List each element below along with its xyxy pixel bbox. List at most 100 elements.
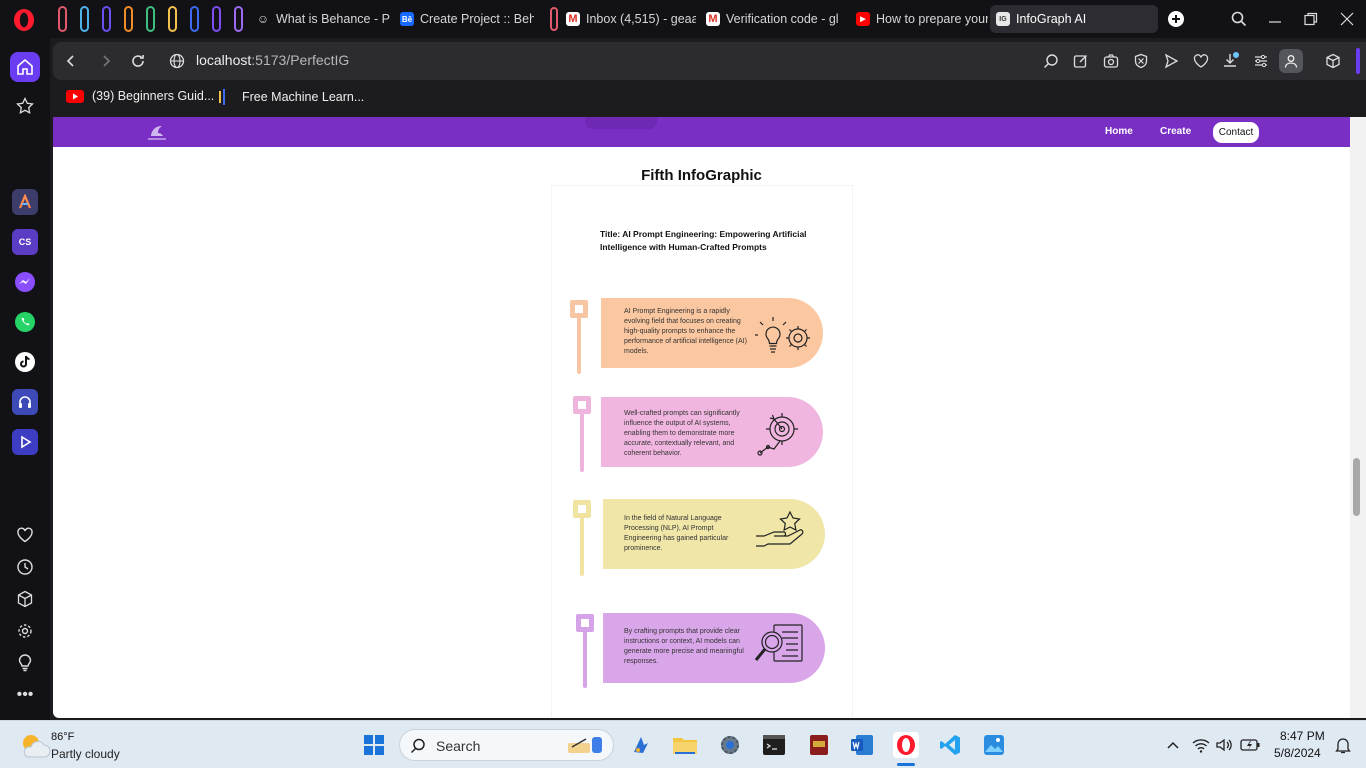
cube-icon	[17, 590, 33, 608]
send-icon	[1164, 53, 1179, 69]
sidebar-settings[interactable]	[12, 618, 38, 644]
search-highlight-icon	[568, 737, 602, 753]
nav-contact-button[interactable]: Contact	[1213, 122, 1259, 143]
tray-battery[interactable]	[1237, 732, 1263, 758]
sidebar-home[interactable]	[10, 52, 40, 82]
taskbar-terminal[interactable]	[761, 732, 787, 758]
sidebar-whatsapp[interactable]	[12, 309, 38, 335]
shield-icon	[1134, 53, 1148, 69]
tiktok-icon	[15, 352, 35, 372]
scrollbar-thumb[interactable]	[1353, 458, 1360, 516]
tab-inbox[interactable]: M Inbox (4,515) - geaak	[544, 5, 696, 33]
tab-verification[interactable]: M Verification code - gl	[700, 5, 842, 33]
page-scrollbar[interactable]	[1350, 117, 1366, 718]
tab-search-button[interactable]	[1228, 8, 1250, 30]
taskbar-word[interactable]	[849, 732, 875, 758]
pinned-tab[interactable]	[58, 6, 67, 32]
notifications-button[interactable]	[1330, 732, 1356, 758]
taskbar-photos[interactable]	[981, 732, 1007, 758]
snapshot-button[interactable]	[1101, 51, 1121, 71]
reload-button[interactable]	[128, 51, 148, 71]
sidebar-aria[interactable]	[12, 189, 38, 215]
step-flag	[570, 300, 588, 318]
partly-cloudy-icon	[23, 735, 51, 758]
nav-home-link[interactable]: Home	[1105, 126, 1133, 137]
site-info-button[interactable]	[167, 51, 187, 71]
browser-sidebar: CS •••	[0, 38, 50, 720]
target-icon	[757, 413, 798, 456]
sidebar-cs-app[interactable]: CS	[12, 229, 38, 255]
whatsapp-icon	[15, 312, 35, 332]
sidebar-bookmarks[interactable]	[12, 522, 38, 548]
bookmark-machine-learning[interactable]: Free Machine Learn...	[218, 89, 364, 105]
minimize-icon	[1269, 21, 1281, 23]
forward-button[interactable]	[96, 51, 116, 71]
bookmark-page-button[interactable]	[1191, 51, 1211, 71]
sidebar-music[interactable]	[12, 389, 38, 415]
tab-label: Verification code - gl	[726, 12, 839, 26]
step-text: By crafting prompts that provide clear i…	[624, 628, 744, 665]
sidebar-speed-dial[interactable]	[12, 93, 38, 119]
search-icon	[1231, 11, 1247, 27]
url-field[interactable]: localhost:5173/PerfectIG	[196, 52, 349, 68]
back-button[interactable]	[61, 51, 81, 71]
tray-overflow-button[interactable]	[1160, 732, 1186, 758]
bookmark-beginners-guide[interactable]: (39) Beginners Guid...	[66, 89, 214, 103]
tab-infograph-ai[interactable]: IG InfoGraph AI	[990, 5, 1158, 33]
taskbar-bible-app[interactable]	[806, 732, 832, 758]
pinned-tab[interactable]	[168, 6, 177, 32]
edit-button[interactable]	[1071, 51, 1091, 71]
terminal-icon	[763, 735, 785, 755]
downloads-button[interactable]	[1221, 51, 1241, 71]
sidebar-more[interactable]: •••	[12, 682, 38, 708]
ad-blocker-button[interactable]	[1131, 51, 1151, 71]
close-icon	[1340, 12, 1354, 26]
clock-date[interactable]: 5/8/2024	[1274, 746, 1321, 760]
pinned-tab[interactable]	[80, 6, 89, 32]
gmail-icon: M	[566, 12, 580, 26]
gear-icon	[18, 624, 32, 638]
tab-how-to-prepare[interactable]: ▶ How to prepare your	[850, 5, 988, 33]
taskbar-settings[interactable]	[717, 732, 743, 758]
pinned-tab[interactable]	[146, 6, 155, 32]
taskbar-file-explorer[interactable]	[672, 732, 698, 758]
pinned-tab[interactable]	[212, 6, 221, 32]
find-in-page-button[interactable]	[1041, 51, 1061, 71]
sidebar-history[interactable]	[12, 554, 38, 580]
sidebar-tiktok[interactable]	[12, 349, 38, 375]
extensions-button[interactable]	[1323, 51, 1343, 71]
new-tab-button[interactable]	[1165, 8, 1187, 30]
sidebar-player[interactable]	[12, 429, 38, 455]
nav-create-link[interactable]: Create	[1160, 126, 1191, 137]
taskbar-search[interactable]: Search	[399, 729, 614, 761]
close-window-button[interactable]	[1336, 8, 1358, 30]
restore-button[interactable]	[1300, 8, 1322, 30]
pinned-tab[interactable]	[124, 6, 133, 32]
profile-button[interactable]	[1279, 49, 1303, 73]
tab-behance-chat[interactable]: ☺ What is Behance - Po	[250, 5, 390, 33]
easy-setup-button[interactable]	[1251, 51, 1271, 71]
taskbar-vscode[interactable]	[937, 732, 963, 758]
sidebar-messenger[interactable]	[12, 269, 38, 295]
taskbar-copilot[interactable]	[628, 732, 654, 758]
accent-strip	[1356, 48, 1360, 74]
tab-create-project[interactable]: Bē Create Project :: Beha	[394, 5, 534, 33]
pinned-tab[interactable]	[234, 6, 243, 32]
weather-widget[interactable]: 86°F Partly cloudy	[14, 729, 144, 763]
pinned-tab[interactable]	[190, 6, 199, 32]
more-icon: •••	[16, 686, 34, 703]
flow-button[interactable]	[1161, 51, 1181, 71]
sidebar-extensions[interactable]	[12, 586, 38, 612]
pinned-tab[interactable]	[102, 6, 111, 32]
tray-volume[interactable]	[1211, 732, 1237, 758]
sidebar-tips[interactable]	[12, 650, 38, 676]
chevron-right-icon	[103, 55, 111, 67]
taskbar-opera[interactable]	[893, 732, 919, 758]
pin-marker	[550, 7, 558, 31]
minimize-button[interactable]	[1264, 8, 1286, 30]
clock-time[interactable]: 8:47 PM	[1280, 729, 1325, 743]
start-button[interactable]	[361, 732, 387, 758]
zoom-search-icon	[1044, 54, 1058, 68]
site-logo[interactable]	[145, 120, 169, 144]
opera-logo-icon[interactable]	[12, 8, 36, 32]
